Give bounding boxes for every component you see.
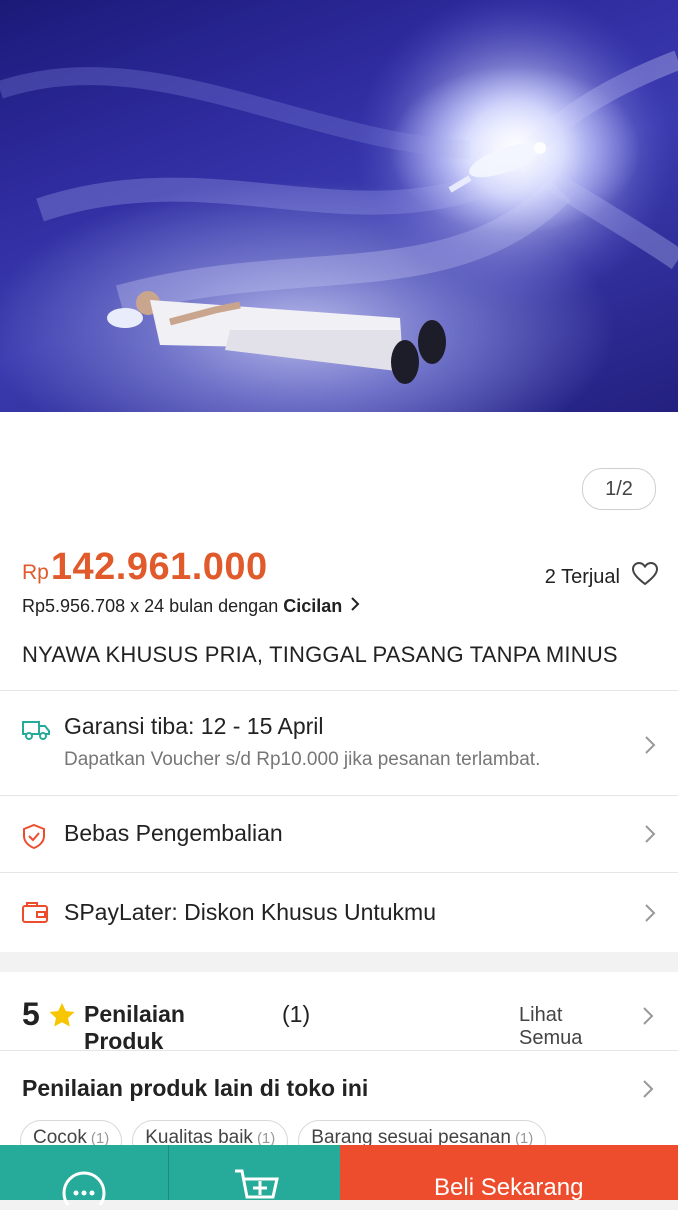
chevron-right-icon	[644, 903, 656, 928]
heart-icon[interactable]	[632, 562, 658, 592]
truck-icon	[22, 719, 50, 746]
rating-count: (1)	[282, 1001, 310, 1028]
buy-now-label: Beli Sekarang	[434, 1174, 583, 1202]
shipping-label: Garansi tiba: 12 - 15 April	[64, 713, 324, 740]
shield-check-icon	[22, 823, 46, 854]
chat-icon	[62, 1171, 108, 1210]
free-returns-row[interactable]: Bebas Pengembalian	[0, 795, 678, 873]
shop-reviews-label: Penilaian produk lain di toko ini	[22, 1075, 368, 1102]
sold-label: 2 Terjual	[545, 566, 620, 589]
sold-count: 2 Terjual	[545, 562, 658, 592]
chat-button[interactable]	[0, 1145, 169, 1200]
see-all-link[interactable]: Lihat Semua	[519, 1004, 582, 1050]
installment-row[interactable]: Rp5.956.708 x 24 bulan dengan Cicilan	[22, 596, 360, 617]
shipping-sub: Dapatkan Voucher s/d Rp10.000 jika pesan…	[64, 749, 540, 771]
star-icon	[48, 1002, 76, 1033]
spaylater-row[interactable]: SPayLater: Diskon Khusus Untukmu	[0, 872, 678, 953]
price-amount: 142.961.000	[51, 546, 268, 589]
add-to-cart-icon	[233, 1167, 279, 1205]
paylater-label: SPayLater: Diskon Khusus Untukmu	[64, 899, 436, 926]
product-title: NYAWA KHUSUS PRIA, TINGGAL PASANG TANPA …	[22, 642, 618, 668]
blurred-region	[18, 450, 228, 508]
price-currency: Rp	[22, 561, 49, 585]
installment-text: Rp5.956.708 x 24 bulan dengan	[22, 596, 278, 617]
buy-now-button[interactable]: Beli Sekarang	[340, 1145, 678, 1200]
rating-label: Penilaian Produk	[84, 1001, 185, 1055]
shipping-guarantee-row[interactable]: Garansi tiba: 12 - 15 April Dapatkan Vou…	[0, 690, 678, 795]
image-counter: 1/2	[582, 468, 656, 510]
product-image[interactable]	[0, 0, 678, 412]
chevron-right-icon	[644, 735, 656, 760]
bottom-action-bar: Beli Sekarang	[0, 1145, 678, 1200]
installment-link[interactable]: Cicilan	[283, 596, 342, 617]
rating-score: 5	[22, 996, 40, 1033]
lying-man	[107, 291, 446, 384]
chevron-right-icon	[350, 596, 360, 617]
chevron-right-icon	[642, 1079, 654, 1104]
add-to-cart-button[interactable]	[169, 1145, 340, 1200]
section-divider	[0, 952, 678, 972]
chevron-right-icon	[644, 824, 656, 849]
returns-label: Bebas Pengembalian	[64, 820, 283, 847]
astral-projection-illustration	[0, 0, 678, 412]
price: Rp 142.961.000	[22, 546, 268, 589]
wallet-card-icon	[22, 902, 48, 929]
chevron-right-icon	[642, 1006, 654, 1031]
